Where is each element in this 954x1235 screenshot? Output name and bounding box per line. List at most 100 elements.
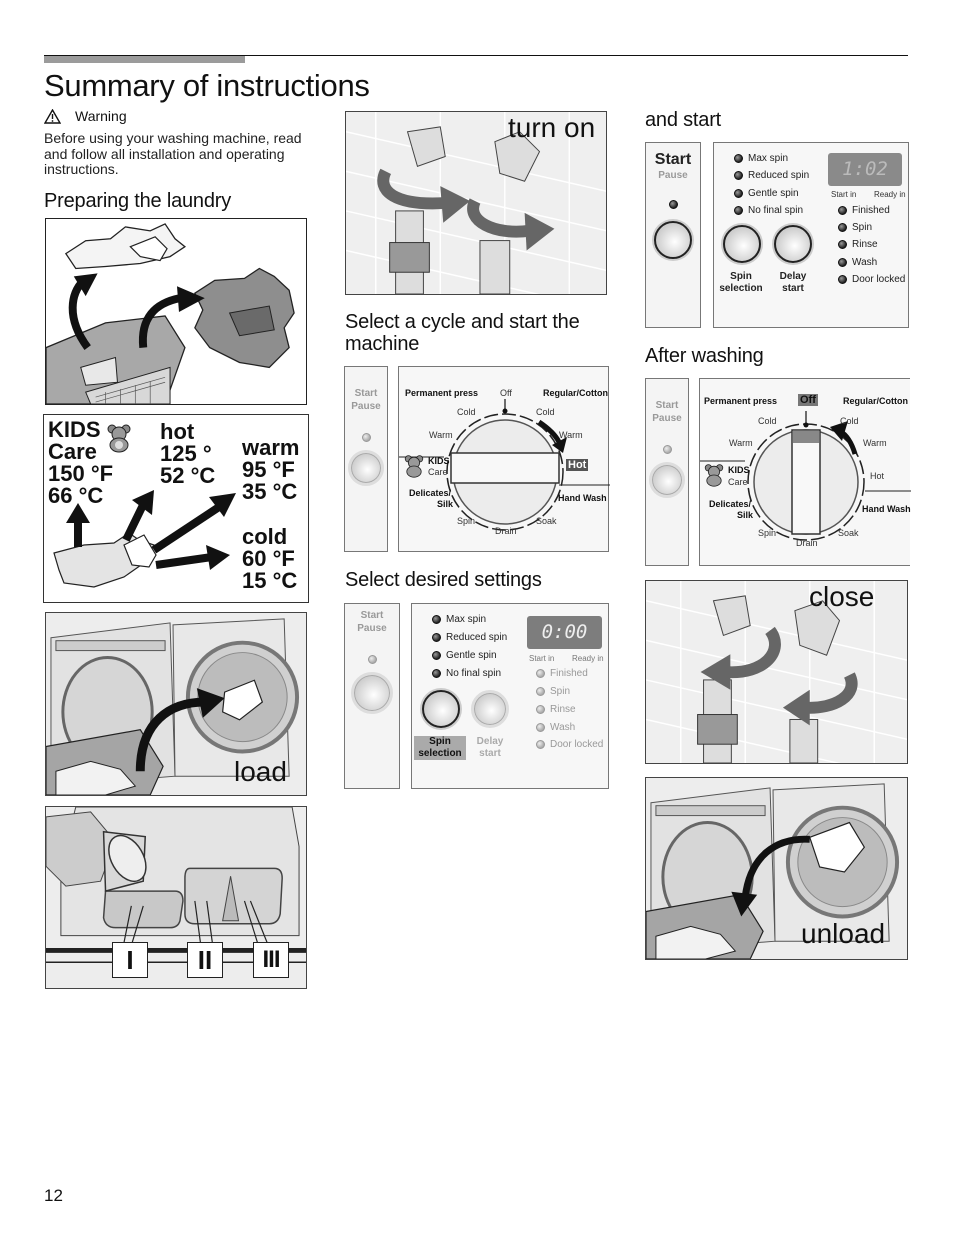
status-finished: Finished bbox=[536, 668, 588, 679]
start-pause-button[interactable] bbox=[654, 221, 692, 259]
dial-pp-warm: Warm bbox=[429, 430, 453, 440]
start-pause-button[interactable] bbox=[351, 672, 393, 714]
led-spin bbox=[838, 223, 847, 232]
status-spin: Spin bbox=[536, 686, 570, 697]
status-label: Finished bbox=[852, 205, 890, 216]
status-spin: Spin bbox=[838, 222, 872, 233]
start-label: Start bbox=[655, 400, 679, 411]
start-pause-panel: Start Pause bbox=[344, 366, 388, 552]
led-finished bbox=[838, 206, 847, 215]
temp-hot-name: hot bbox=[160, 419, 195, 444]
temp-cold-c: 15 °C bbox=[242, 568, 298, 593]
time-display: 1:02 bbox=[828, 153, 902, 186]
dial-permanent-press: Permanent press bbox=[405, 388, 479, 398]
dial-delicates: Delicates/ bbox=[709, 499, 752, 509]
led-spin bbox=[536, 687, 545, 696]
status-label: Door locked bbox=[550, 739, 604, 750]
label-line: selection bbox=[719, 283, 763, 294]
dial-delicates: Delicates/ bbox=[409, 488, 452, 498]
warning-triangle-icon bbox=[44, 108, 61, 124]
load-label: load bbox=[234, 756, 287, 787]
dial-rc-cold: Cold bbox=[840, 416, 859, 426]
dial-soak: Soak bbox=[536, 516, 557, 526]
label-line: Delay bbox=[779, 271, 807, 282]
temp-hot-c: 52 °C bbox=[160, 463, 216, 488]
section-accent-bar bbox=[44, 56, 245, 63]
status-label: Rinse bbox=[550, 704, 576, 715]
spin-selection-label: Spin selection bbox=[414, 736, 466, 760]
led-wash bbox=[536, 723, 545, 732]
led-door-locked bbox=[536, 740, 545, 749]
led-reduced-spin bbox=[734, 171, 743, 180]
temperature-guide: KIDS Care 150 °F 66 °C hot 125 ° 52 °C w… bbox=[43, 414, 309, 603]
dial-spin: Spin bbox=[457, 516, 476, 526]
label-line: start bbox=[479, 748, 501, 759]
dial-care: Care bbox=[428, 467, 448, 477]
turn-on-label: turn on bbox=[508, 112, 596, 143]
temp-cold: cold 60 °F 15 °C bbox=[242, 526, 297, 592]
temp-warm: warm 95 °F 35 °C bbox=[242, 437, 299, 503]
dial-drain: Drain bbox=[495, 526, 517, 536]
warning-label: Warning bbox=[75, 108, 127, 124]
warning-heading: Warning bbox=[44, 108, 127, 124]
time-display: 0:00 bbox=[527, 616, 602, 649]
sorting-laundry-illustration bbox=[45, 218, 307, 405]
detergent-dispenser-illustration: I II III bbox=[45, 806, 307, 989]
label-line: Delay bbox=[476, 736, 504, 747]
option-no-final-spin: No final spin bbox=[432, 668, 501, 679]
delay-start-button[interactable] bbox=[471, 690, 509, 728]
option-label: Max spin bbox=[446, 614, 487, 625]
heading-select-cycle: Select a cycle and start the machine bbox=[345, 311, 580, 355]
teddy-bear-icon bbox=[404, 455, 424, 478]
heading-preparing-laundry: Preparing the laundry bbox=[44, 190, 232, 212]
status-label: Door locked bbox=[852, 274, 906, 285]
dial-silk: Silk bbox=[437, 499, 454, 509]
temp-cold-name: cold bbox=[242, 524, 288, 549]
page-title: Summary of instructions bbox=[44, 68, 370, 103]
status-door-locked: Door locked bbox=[536, 739, 603, 750]
pause-label: Pause bbox=[351, 401, 381, 412]
start-pause-button[interactable] bbox=[649, 462, 685, 498]
option-label: Gentle spin bbox=[446, 650, 497, 661]
option-label: Max spin bbox=[748, 153, 789, 164]
start-pause-panel-off: Start Pause bbox=[645, 378, 689, 566]
dial-pp-cold: Cold bbox=[758, 416, 777, 426]
status-label: Spin bbox=[852, 222, 873, 233]
led-wash bbox=[838, 258, 847, 267]
teddy-bear-icon bbox=[704, 464, 724, 487]
spin-selection-button[interactable] bbox=[723, 225, 761, 263]
spin-selection-button[interactable] bbox=[422, 690, 460, 728]
start-pause-button[interactable] bbox=[348, 450, 384, 486]
dial-off-selected: Off bbox=[798, 394, 818, 406]
unload-illustration: unload bbox=[645, 777, 908, 960]
dial-hand-wash: Hand Wash bbox=[862, 504, 911, 514]
status-rinse: Rinse bbox=[838, 239, 878, 250]
start-pause-panel-active: Start Pause bbox=[645, 142, 701, 328]
led-gentle-spin bbox=[734, 189, 743, 198]
turn-on-faucets-illustration: turn on bbox=[345, 111, 607, 295]
dial-rc-hot-selected: Hot bbox=[566, 459, 589, 471]
dial-rc-warm: Warm bbox=[863, 438, 887, 448]
option-label: Reduced spin bbox=[748, 170, 810, 181]
option-label: No final spin bbox=[446, 668, 502, 679]
dial-rc-hot: Hot bbox=[870, 471, 885, 481]
start-indicator-led bbox=[361, 433, 371, 442]
status-rinse: Rinse bbox=[536, 704, 576, 715]
label-line: selection bbox=[418, 748, 462, 759]
settings-panel: Max spin Reduced spin Gentle spin No fin… bbox=[411, 603, 609, 789]
dial-kids: KIDS bbox=[728, 465, 750, 475]
close-label: close bbox=[809, 581, 875, 612]
delay-start-button[interactable] bbox=[774, 225, 812, 263]
label-line: start bbox=[782, 283, 804, 294]
temp-warm-c: 35 °C bbox=[242, 479, 298, 504]
pause-label: Pause bbox=[652, 413, 682, 424]
option-max-spin: Max spin bbox=[432, 614, 486, 625]
pause-label: Pause bbox=[357, 623, 387, 634]
temp-kids-f: 150 °F bbox=[48, 461, 114, 486]
heading-select-settings: Select desired settings bbox=[345, 569, 542, 591]
status-door-locked: Door locked bbox=[838, 274, 905, 285]
option-no-final-spin: No final spin bbox=[734, 205, 803, 216]
delay-start-label: Delay start bbox=[466, 736, 514, 760]
dial-regular-cotton: Regular/Cotton bbox=[543, 388, 608, 398]
status-label: Rinse bbox=[852, 239, 878, 250]
